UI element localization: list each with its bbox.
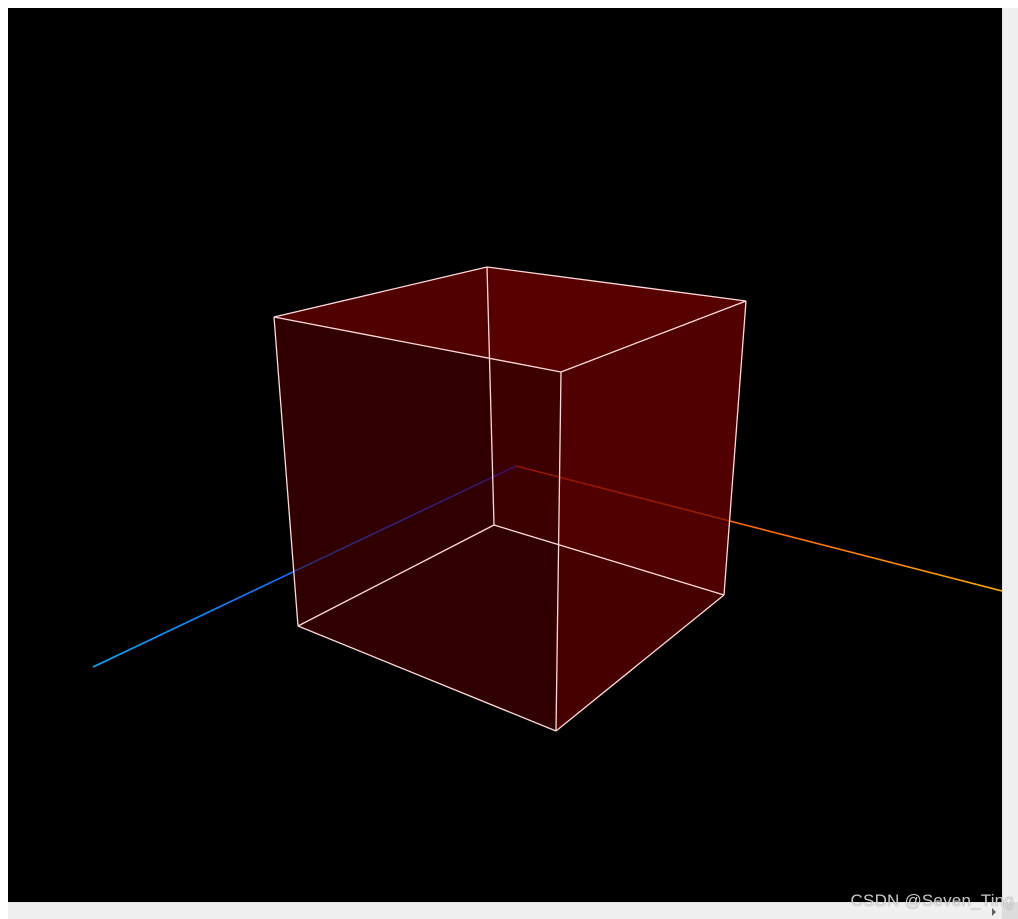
cube-front-faces: [274, 267, 746, 731]
webgl-canvas[interactable]: [8, 8, 1002, 902]
cube-face-right: [556, 301, 746, 731]
vertical-scrollbar[interactable]: [1002, 8, 1018, 902]
watermark: CSDN @Seven_Ting: [850, 891, 1014, 910]
cube-face-front-left: [274, 317, 561, 731]
threejs-viewport[interactable]: [8, 8, 1002, 902]
